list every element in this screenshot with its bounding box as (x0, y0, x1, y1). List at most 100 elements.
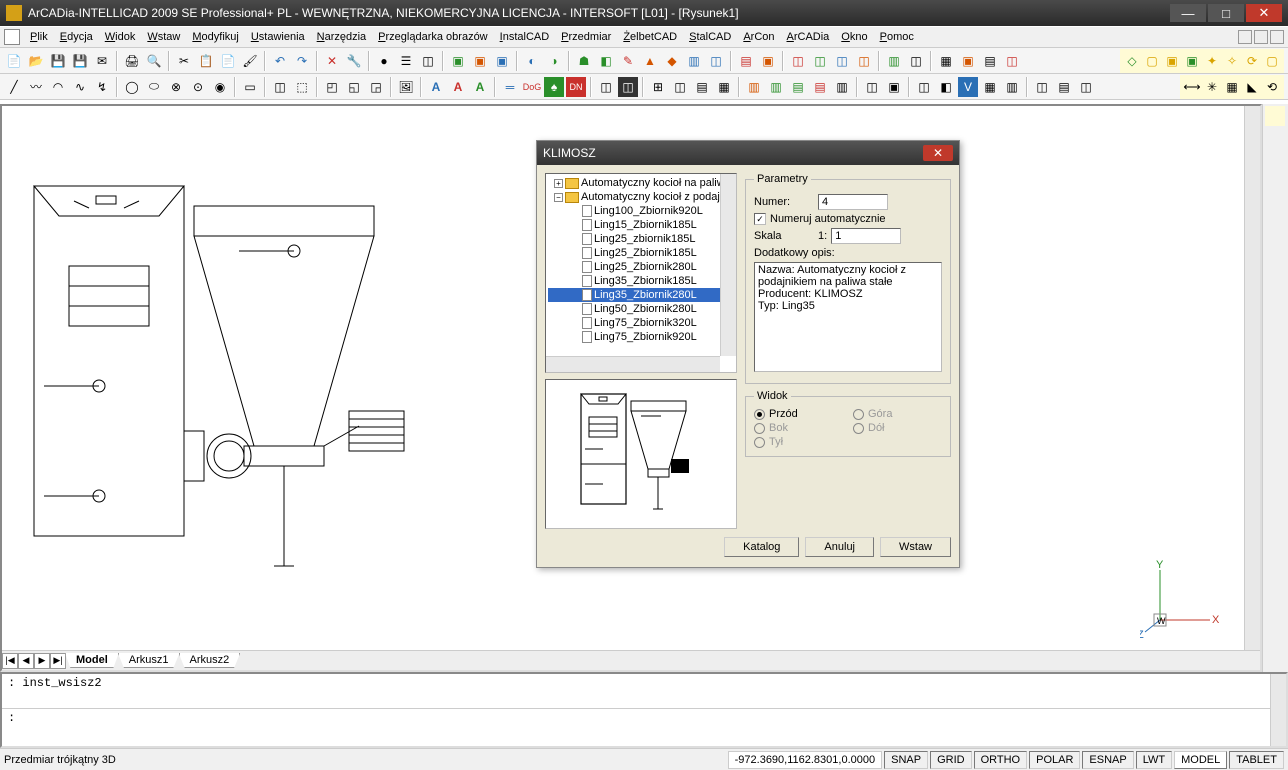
tool-icon[interactable]: ▣ (448, 51, 468, 71)
tool-icon[interactable]: DN (566, 77, 586, 97)
tool-icon[interactable]: 🖼 (396, 77, 416, 97)
print-preview-icon[interactable]: 🔍 (144, 51, 164, 71)
osnap-icon[interactable]: ▣ (1162, 51, 1182, 71)
side-tool-icon[interactable] (1265, 312, 1285, 332)
side-tool-icon[interactable] (1265, 364, 1285, 384)
opis-textarea[interactable] (754, 262, 942, 372)
side-tool-icon[interactable] (1265, 386, 1285, 406)
tool-icon[interactable]: ▦ (980, 77, 1000, 97)
status-snap[interactable]: SNAP (884, 751, 928, 769)
tool-icon[interactable]: ◧ (936, 77, 956, 97)
spline-icon[interactable]: ∿ (70, 77, 90, 97)
tree-folder[interactable]: − Automatyczny kocioł z podajn (548, 190, 734, 204)
view-radio-przód[interactable]: Przód (754, 408, 843, 420)
osnap-icon[interactable]: ✧ (1222, 51, 1242, 71)
copy-icon[interactable]: 📋 (196, 51, 216, 71)
status-ortho[interactable]: ORTHO (974, 751, 1028, 769)
osnap-icon[interactable]: ▢ (1142, 51, 1162, 71)
menu-arcadia[interactable]: ArCADia (781, 29, 836, 45)
tool-icon[interactable]: ↯ (92, 77, 112, 97)
drawing-scrollbar-v[interactable] (1244, 106, 1260, 650)
tool-icon[interactable]: ▣ (470, 51, 490, 71)
tool-icon[interactable]: ◧ (596, 51, 616, 71)
side-tool-icon[interactable] (1265, 224, 1285, 244)
tool-icon[interactable]: ⊗ (166, 77, 186, 97)
menu-widok[interactable]: Widok (99, 29, 142, 45)
mdi-close-button[interactable] (1270, 30, 1284, 44)
katalog-button[interactable]: Katalog (724, 537, 799, 557)
save-icon[interactable]: 💾 (48, 51, 68, 71)
new-file-icon[interactable]: 📄 (4, 51, 24, 71)
tool-icon[interactable]: ⊞ (648, 77, 668, 97)
side-tool-icon[interactable] (1265, 202, 1285, 222)
dialog-titlebar[interactable]: KLIMOSZ ✕ (537, 141, 959, 165)
tree-item[interactable]: Ling25_zbiornik185L (548, 232, 734, 246)
sheet-tab-arkusz2[interactable]: Arkusz2 (179, 653, 241, 668)
menu-narzedzia[interactable]: Narzędzia (311, 29, 373, 45)
sheet-prev-button[interactable]: ◀ (18, 653, 34, 669)
tool-icon[interactable]: ◆ (662, 51, 682, 71)
side-tool-icon[interactable] (1265, 128, 1285, 148)
tree-item[interactable]: Ling75_Zbiornik320L (548, 316, 734, 330)
tool-icon[interactable]: ◫ (1002, 51, 1022, 71)
anuluj-button[interactable]: Anuluj (805, 537, 874, 557)
saveall-icon[interactable]: 💾 (70, 51, 90, 71)
dim-icon[interactable]: ✳ (1202, 77, 1222, 97)
dim-icon[interactable]: ⟷ (1182, 77, 1202, 97)
side-tool-icon[interactable] (1265, 460, 1285, 480)
window-minimize-button[interactable]: — (1170, 4, 1206, 22)
tool-icon[interactable]: ▥ (766, 77, 786, 97)
polyline-icon[interactable]: 〰 (26, 77, 46, 97)
undo-icon[interactable]: ↶ (270, 51, 290, 71)
tool-icon[interactable]: ▣ (758, 51, 778, 71)
tool-icon[interactable]: ⊙ (188, 77, 208, 97)
tool-icon[interactable]: ▤ (788, 77, 808, 97)
osnap-icon[interactable]: ▢ (1262, 51, 1282, 71)
tree-item[interactable]: Ling75_Zbiornik920L (548, 330, 734, 344)
side-tool-icon[interactable] (1265, 180, 1285, 200)
tool-icon[interactable]: ◫ (906, 51, 926, 71)
window-maximize-button[interactable]: □ (1208, 4, 1244, 22)
tool-icon[interactable]: ▤ (736, 51, 756, 71)
tool-icon[interactable]: ◫ (706, 51, 726, 71)
tool-icon[interactable]: ▥ (884, 51, 904, 71)
menu-arcon[interactable]: ArCon (737, 29, 780, 45)
menu-okno[interactable]: Okno (835, 29, 873, 45)
text-icon[interactable]: A (426, 77, 446, 97)
tool-icon[interactable]: DoG (522, 77, 542, 97)
sheet-tab-model[interactable]: Model (65, 653, 119, 668)
ellipse-icon[interactable]: ⬭ (144, 77, 164, 97)
tool-icon[interactable]: ◑ (544, 51, 564, 71)
circle-fill-icon[interactable]: ● (374, 51, 394, 71)
side-tool-icon[interactable] (1265, 158, 1285, 178)
tool-icon[interactable]: ◫ (618, 77, 638, 97)
menu-instalcad[interactable]: InstalCAD (494, 29, 556, 45)
collapse-icon[interactable]: − (554, 193, 563, 202)
tool-icon[interactable]: ◫ (832, 51, 852, 71)
tool-icon[interactable]: ◫ (810, 51, 830, 71)
line-icon[interactable]: ╱ (4, 77, 24, 97)
tool-icon[interactable]: ▣ (492, 51, 512, 71)
tool-icon[interactable]: ◫ (914, 77, 934, 97)
side-tool-icon[interactable] (1265, 438, 1285, 458)
side-tool-icon[interactable] (1265, 290, 1285, 310)
osnap-icon[interactable]: ▣ (1182, 51, 1202, 71)
layers-icon[interactable]: ◫ (418, 51, 438, 71)
text-icon[interactable]: A (470, 77, 490, 97)
open-file-icon[interactable]: 📂 (26, 51, 46, 71)
tool-icon[interactable]: ◫ (862, 77, 882, 97)
arc-icon[interactable]: ◠ (48, 77, 68, 97)
tree-item[interactable]: Ling35_Zbiornik280L (548, 288, 734, 302)
expand-icon[interactable]: + (554, 179, 563, 188)
tool-icon[interactable]: ◰ (322, 77, 342, 97)
radio-icon[interactable] (754, 409, 765, 420)
tool-icon[interactable]: ▣ (958, 51, 978, 71)
explorer-icon[interactable]: 🔧 (344, 51, 364, 71)
tool-icon[interactable]: V (958, 77, 978, 97)
sheet-last-button[interactable]: ▶| (50, 653, 66, 669)
dim-icon[interactable]: ▦ (1222, 77, 1242, 97)
mdi-minimize-button[interactable] (1238, 30, 1252, 44)
osnap-icon[interactable]: ◇ (1122, 51, 1142, 71)
tool-icon[interactable]: ☗ (574, 51, 594, 71)
tool-icon[interactable]: ▲ (640, 51, 660, 71)
